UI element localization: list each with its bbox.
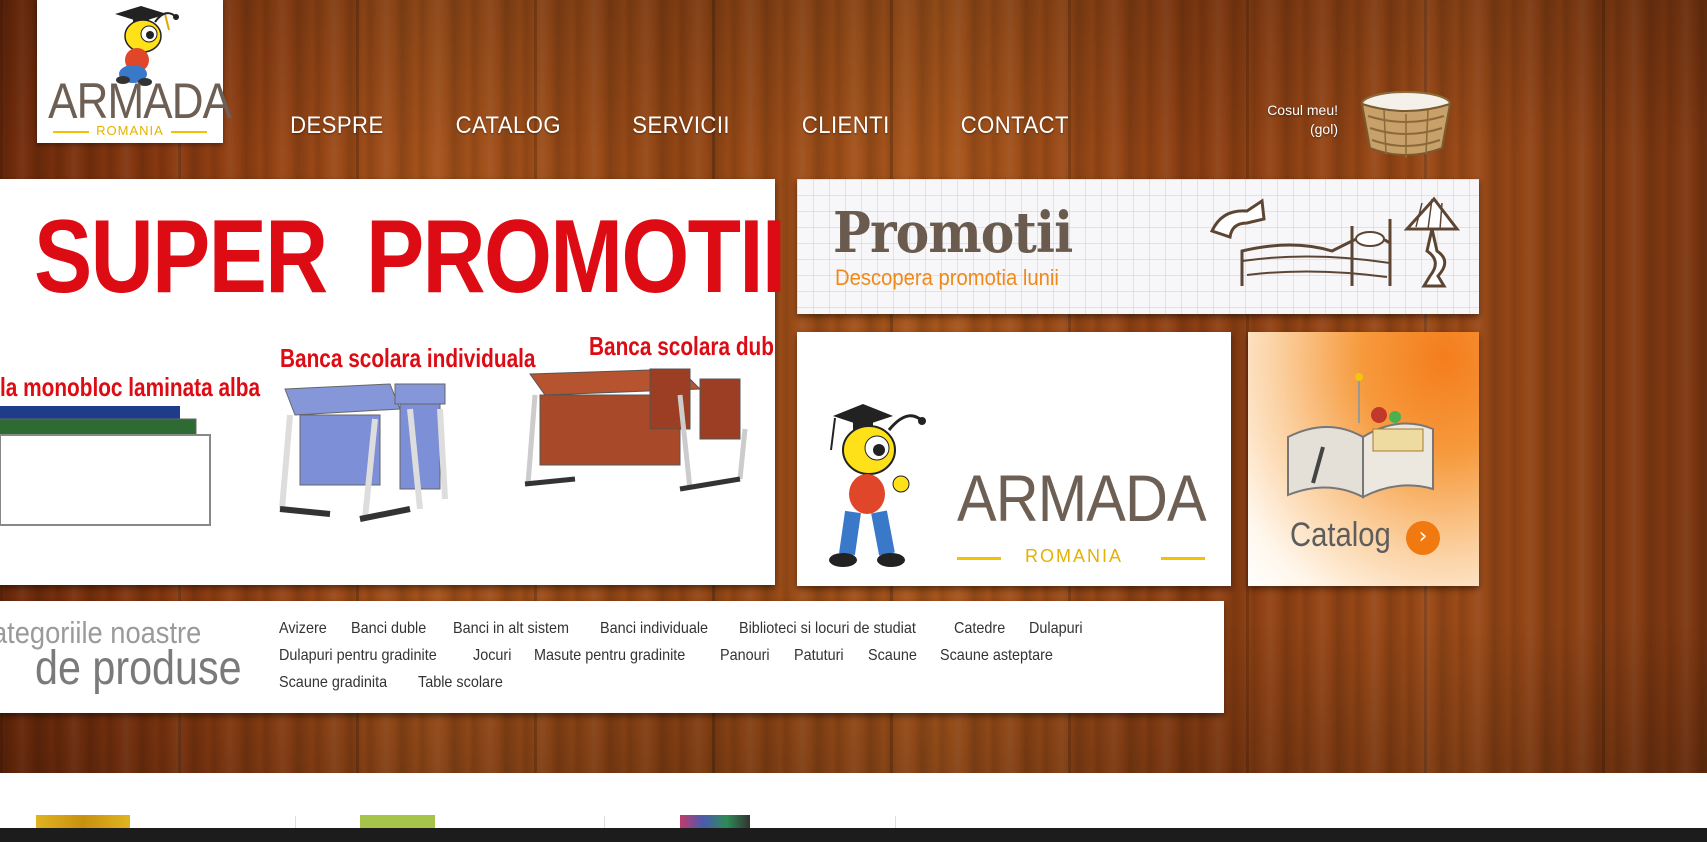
nav-despre[interactable]: DESPRE — [290, 112, 384, 140]
promotii-subtitle: Descopera promotia lunii — [835, 265, 1059, 290]
category-link[interactable]: Patuturi — [794, 642, 844, 669]
category-link[interactable]: Scaune asteptare — [940, 642, 1053, 669]
nav-contact[interactable]: CONTACT — [961, 112, 1069, 140]
product-categories: ategoriile noastre de produse Avizere Ba… — [0, 601, 1224, 713]
chevron-right-icon[interactable]: › — [1406, 521, 1440, 555]
promotii-banner[interactable]: Promotii Descopera promotia lunii — [797, 179, 1479, 314]
product-carousel-strip — [0, 773, 1707, 828]
main-nav: DESPRE CATALOG SERVICII CLIENTI CONTACT — [286, 112, 1137, 140]
brand-subtitle: ROMANIA — [1025, 546, 1124, 566]
category-link[interactable]: Scaune — [868, 642, 917, 669]
product-label-individual: Banca scolara individuala — [280, 343, 536, 373]
open-book-icon — [1287, 373, 1434, 499]
catalog-banner[interactable]: Catalog › — [1248, 332, 1479, 586]
category-link[interactable]: Dulapuri — [1029, 615, 1083, 642]
product-thumbnail[interactable] — [680, 815, 750, 828]
category-link[interactable]: Panouri — [720, 642, 770, 669]
promotii-title: Promotii — [833, 200, 1073, 266]
logo-wordmark: ARMADA — [48, 73, 232, 129]
footer-bar — [0, 828, 1707, 842]
brand-rule-left — [957, 557, 1001, 560]
category-link[interactable]: Biblioteci si locuri de studiat — [739, 615, 916, 642]
category-link[interactable]: Scaune gradinita — [279, 669, 387, 696]
basket-icon[interactable] — [1354, 82, 1458, 162]
category-link[interactable]: Jocuri — [473, 642, 511, 669]
product-label-dubla: Banca scolara dubla — [589, 331, 775, 361]
category-link[interactable]: Banci individuale — [600, 615, 708, 642]
category-link[interactable]: Banci duble — [351, 615, 426, 642]
category-link[interactable]: Masute pentru gradinite — [534, 642, 685, 669]
cart-status: (gol) — [1309, 121, 1338, 137]
nav-servicii[interactable]: SERVICII — [633, 112, 731, 140]
category-link[interactable]: Avizere — [279, 615, 327, 642]
bed-lamp-illustration — [1209, 196, 1461, 288]
catalog-label: Catalog — [1290, 516, 1391, 554]
product-thumbnail[interactable] — [360, 815, 435, 828]
categories-list: Avizere Banci duble Banci in alt sistem … — [279, 615, 1199, 696]
promo-title: SUPER PROMOTII — [34, 199, 786, 315]
armada-brand-banner[interactable]: ARMADA ROMANIA — [797, 332, 1231, 586]
brand-wordmark: ARMADA — [957, 461, 1207, 535]
nav-clienti[interactable]: CLIENTI — [801, 112, 889, 140]
category-link[interactable]: Banci in alt sistem — [453, 615, 569, 642]
logo-subtitle: ROMANIA — [96, 123, 164, 138]
cart-link[interactable]: Cosul meu! (gol) — [1220, 101, 1338, 139]
brand-rule-right — [1161, 557, 1205, 560]
category-link[interactable]: Catedre — [954, 615, 1005, 642]
category-link[interactable]: Dulapuri pentru gradinite — [279, 642, 437, 669]
mascot-icon — [829, 404, 926, 567]
site-logo[interactable]: ARMADA ROMANIA — [37, 0, 232, 143]
category-link[interactable]: Table scolare — [418, 669, 503, 696]
cart-title: Cosul meu! — [1267, 102, 1338, 118]
categories-heading-line2: de produse — [35, 642, 242, 695]
nav-catalog[interactable]: CATALOG — [455, 112, 560, 140]
product-label-whiteboard: la monobloc laminata alba — [0, 372, 261, 402]
product-thumbnail[interactable] — [36, 815, 130, 828]
